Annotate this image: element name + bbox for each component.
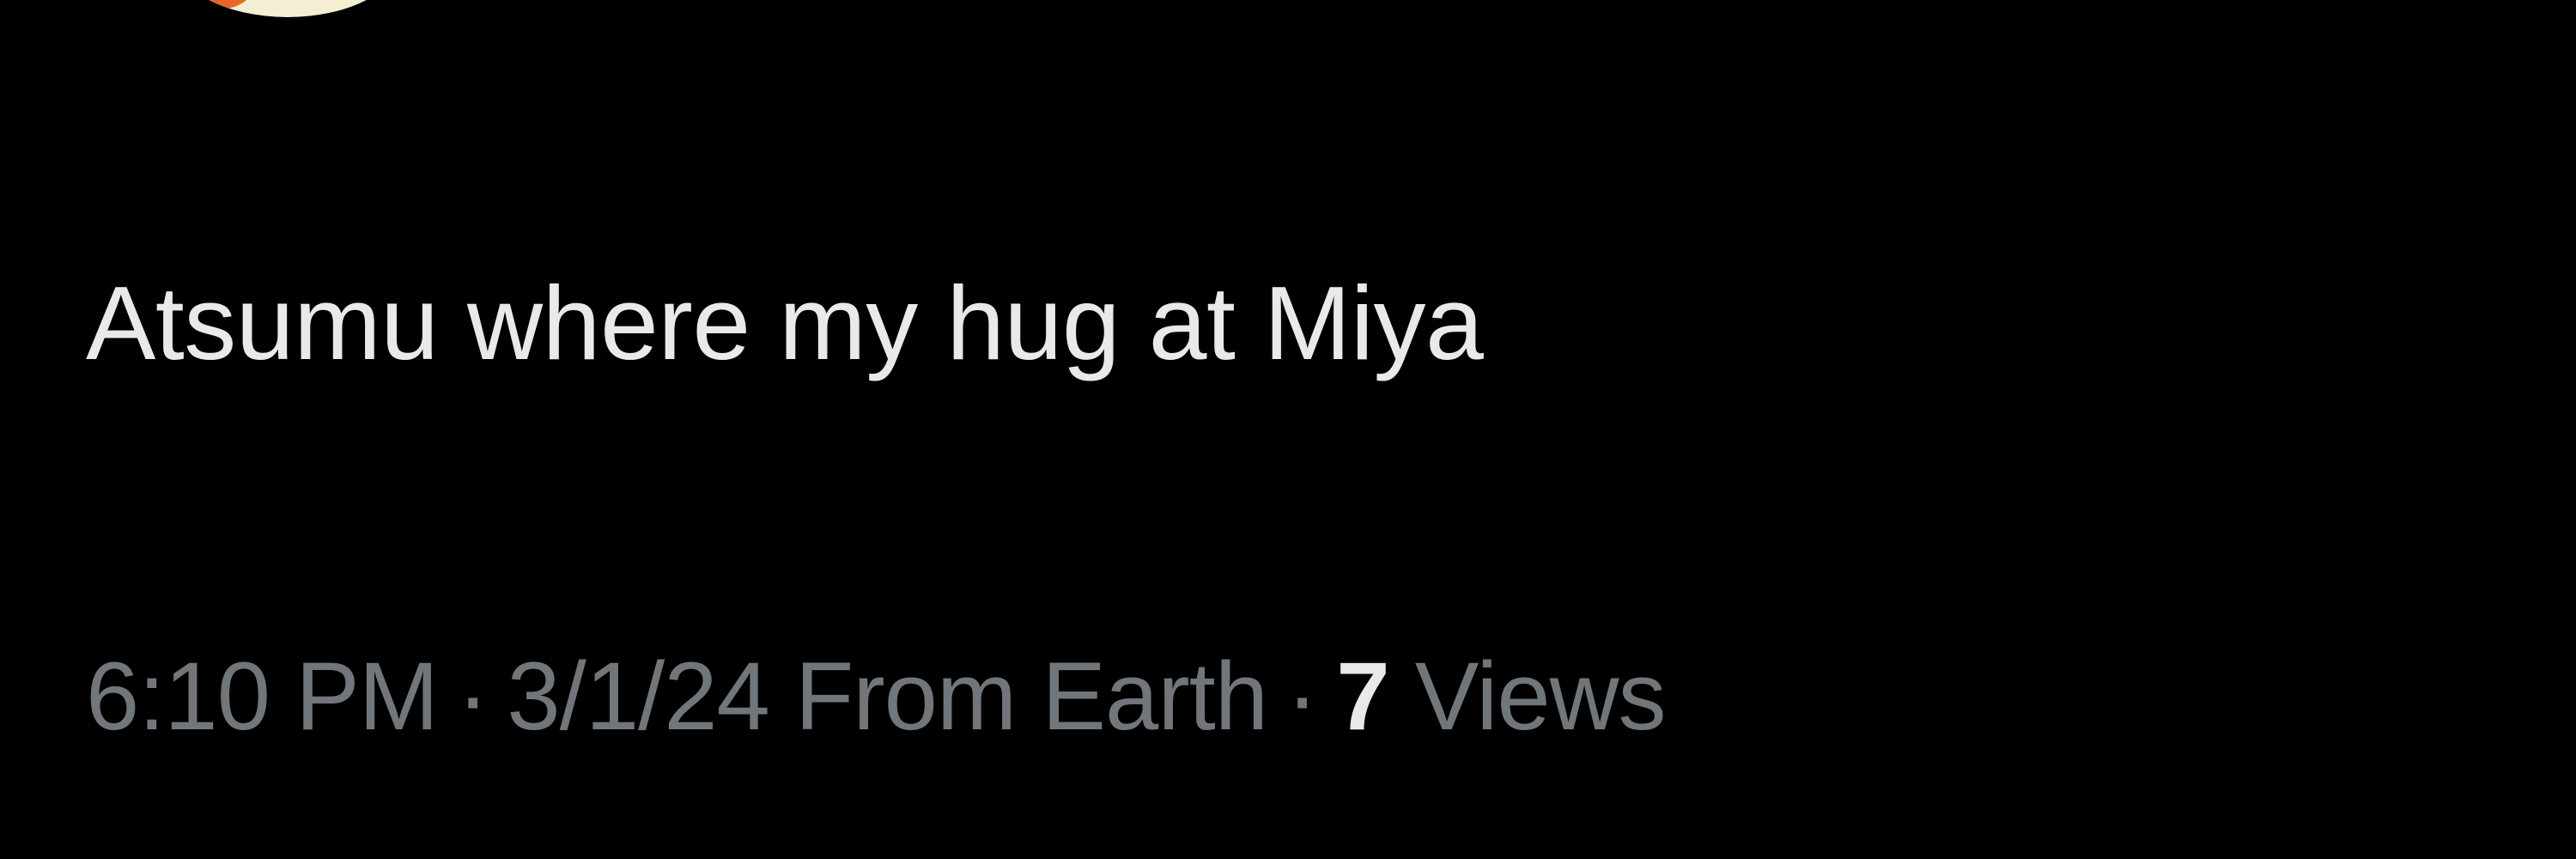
avatar[interactable] [172,0,404,17]
tweet-date-source[interactable]: 3/1/24 From Earth [507,643,1268,750]
meta-separator: · [457,643,489,750]
tweet-time[interactable]: 6:10 PM [86,643,439,750]
views-label[interactable]: Views [1415,643,1667,750]
views-count[interactable]: 7 [1336,643,1389,750]
meta-separator: · [1286,643,1318,750]
tweet-meta: 6:10 PM · 3/1/24 From Earth · 7 Views [86,649,1666,745]
avatar-dark-shape [172,0,206,9]
tweet-text: Atsumu where my hug at Miya [86,265,1484,381]
